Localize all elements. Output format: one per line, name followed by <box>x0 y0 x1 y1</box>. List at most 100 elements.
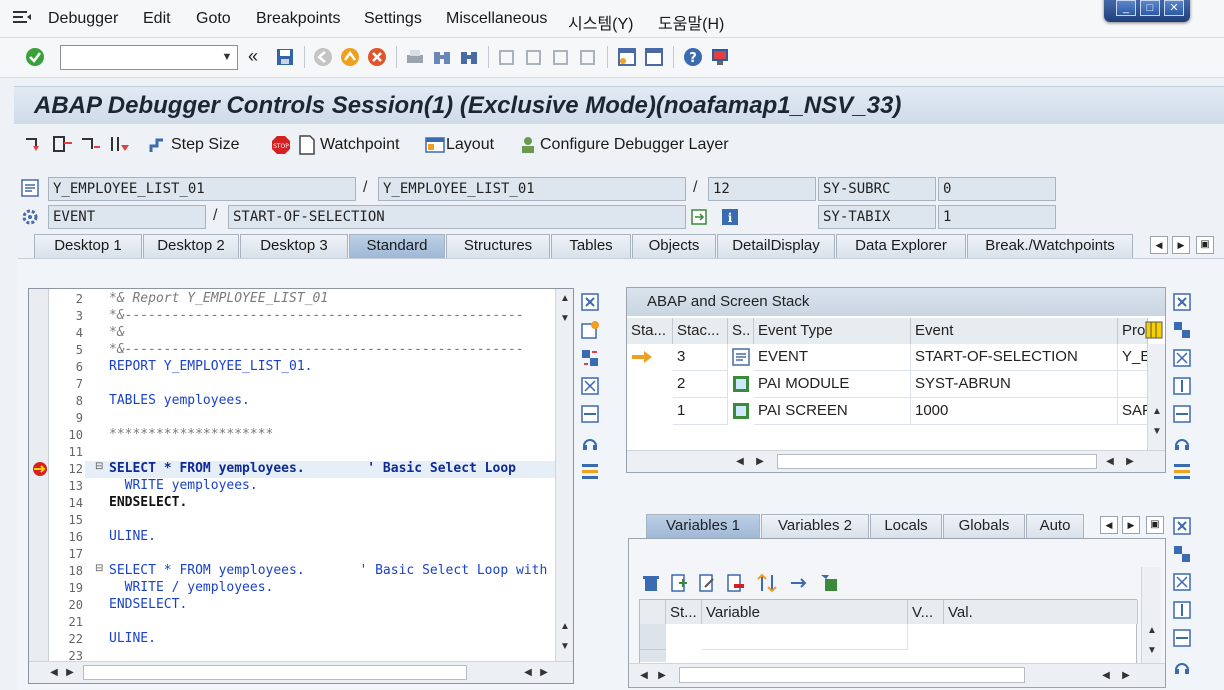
find-icon[interactable] <box>431 46 453 68</box>
back-icon[interactable] <box>312 46 334 68</box>
delete-variable-icon[interactable] <box>641 573 661 593</box>
transfer-variable-icon[interactable] <box>789 573 809 593</box>
close-tool-icon[interactable] <box>580 292 600 312</box>
column-header[interactable]: Sta... <box>627 318 673 344</box>
include-field[interactable]: Y_EMPLOYEE_LIST_01 <box>378 177 686 201</box>
event-field[interactable]: START-OF-SELECTION <box>228 205 686 229</box>
customize-layout-icon[interactable] <box>709 46 731 68</box>
scroll-up-icon[interactable]: ▲ <box>558 621 572 632</box>
sort-variables-icon[interactable] <box>757 573 777 593</box>
scroll-right-icon[interactable]: ▶ <box>655 670 669 681</box>
program-field[interactable]: Y_EMPLOYEE_LIST_01 <box>48 177 356 201</box>
vartab-scroll-left-icon[interactable]: ◀ <box>1100 516 1118 534</box>
scroll-right-icon[interactable]: ▶ <box>753 456 767 467</box>
close-tool-icon[interactable] <box>1172 292 1192 312</box>
command-dropdown-icon[interactable]: ▼ <box>218 46 236 69</box>
single-step-icon[interactable] <box>24 135 46 155</box>
cancel-icon[interactable] <box>366 46 388 68</box>
row-selector[interactable] <box>640 624 666 650</box>
variables-vertical-scrollbar[interactable]: ▲ ▼ <box>1141 567 1161 671</box>
swap-tool-icon[interactable] <box>1172 544 1192 564</box>
column-header[interactable]: Val. <box>944 600 1138 624</box>
swap-tool-icon[interactable] <box>1172 320 1192 340</box>
scrollbar-thumb[interactable] <box>679 667 1025 683</box>
services-tool-icon[interactable] <box>1172 656 1192 676</box>
sy-subrc-value[interactable]: 0 <box>938 177 1056 201</box>
scroll-up-icon[interactable]: ▲ <box>1150 406 1164 417</box>
maximize-tool-icon[interactable] <box>1172 348 1192 368</box>
stack-event-type[interactable]: PAI MODULE <box>754 371 911 398</box>
maximize-icon[interactable]: □ <box>1140 0 1160 16</box>
scroll-down-icon[interactable]: ▼ <box>558 313 572 324</box>
column-header[interactable]: Stac... <box>673 318 728 344</box>
new-variable-icon[interactable] <box>669 573 689 593</box>
step-size-button[interactable]: Step Size <box>171 136 239 154</box>
stop-icon[interactable]: STOP <box>270 135 292 155</box>
find-next-icon[interactable] <box>458 46 480 68</box>
last-page-icon[interactable] <box>577 46 599 68</box>
scroll-up-icon[interactable]: ▲ <box>558 293 572 304</box>
scrollbar-thumb[interactable] <box>777 454 1097 469</box>
scroll-left-icon[interactable]: ◀ <box>47 667 61 678</box>
help-icon[interactable]: ? <box>682 46 704 68</box>
new-session-icon[interactable] <box>616 46 638 68</box>
menu-breakpoints[interactable]: Breakpoints <box>256 10 341 28</box>
scroll-left-icon[interactable]: ◀ <box>637 670 651 681</box>
system-menu-icon[interactable] <box>12 9 32 25</box>
scroll-left-icon[interactable]: ◀ <box>1099 670 1113 681</box>
close-tool-icon[interactable] <box>1172 516 1192 536</box>
column-header[interactable]: Event Type <box>754 318 911 344</box>
services-tool-icon[interactable] <box>1172 432 1192 452</box>
tab-variables-1[interactable]: Variables 1 <box>646 514 760 538</box>
tab-standard[interactable]: Standard <box>349 234 445 258</box>
next-page-icon[interactable] <box>550 46 572 68</box>
scrollbar-thumb[interactable] <box>83 665 467 680</box>
navigate-icon[interactable] <box>690 207 710 227</box>
layout-icon[interactable] <box>424 135 446 155</box>
editor-vertical-scrollbar[interactable]: ▲ ▼ ▲ ▼ <box>555 289 573 661</box>
tab-scroll-left-icon[interactable]: ◀ <box>1150 236 1168 254</box>
column-settings-icon[interactable] <box>1145 320 1163 340</box>
vartab-scroll-right-icon[interactable]: ▶ <box>1122 516 1140 534</box>
continue-icon[interactable] <box>108 135 130 155</box>
line-number-field[interactable]: 12 <box>708 177 816 201</box>
settings-tool-icon[interactable] <box>580 460 600 480</box>
resize-tool-icon[interactable] <box>580 404 600 424</box>
scroll-left-icon[interactable]: ◀ <box>733 456 747 467</box>
history-back-icon[interactable]: « <box>248 46 270 68</box>
scroll-down-icon[interactable]: ▼ <box>1145 645 1159 656</box>
column-header[interactable]: Variable <box>702 600 908 624</box>
column-header[interactable]: Event <box>911 318 1118 344</box>
collapse-block-icon[interactable]: ⊟ <box>95 563 103 574</box>
resize-tool-icon[interactable] <box>1172 628 1192 648</box>
tab-globals[interactable]: Globals <box>943 514 1025 538</box>
tab-tables[interactable]: Tables <box>551 234 631 258</box>
close-icon[interactable]: ✕ <box>1164 0 1184 16</box>
menu-miscellaneous[interactable]: Miscellaneous <box>446 10 547 28</box>
scroll-up-icon[interactable]: ▲ <box>1145 625 1159 636</box>
sy-tabix-value[interactable]: 1 <box>938 205 1056 229</box>
menu-debugger[interactable]: Debugger <box>48 10 118 28</box>
menu-goto[interactable]: Goto <box>196 10 231 28</box>
scroll-down-icon[interactable]: ▼ <box>1150 426 1164 437</box>
stack-event-type[interactable]: EVENT <box>754 344 911 371</box>
previous-page-icon[interactable] <box>523 46 545 68</box>
tab-objects[interactable]: Objects <box>632 234 716 258</box>
shortcut-icon[interactable] <box>643 46 665 68</box>
vartab-list-icon[interactable]: ▣ <box>1146 516 1164 534</box>
menu-system[interactable]: 시스템(Y) <box>568 10 634 34</box>
variable-input-cell[interactable] <box>702 624 908 650</box>
column-header[interactable]: St... <box>666 600 702 624</box>
tab-desktop-1[interactable]: Desktop 1 <box>34 234 142 258</box>
editor-horizontal-scrollbar[interactable]: ◀ ▶ ◀ ▶ <box>29 661 573 683</box>
stack-horizontal-scrollbar[interactable]: ◀ ▶ ◀ ▶ <box>627 450 1165 472</box>
command-field[interactable] <box>60 45 238 70</box>
execute-step-icon[interactable] <box>52 135 74 155</box>
resize-tool-icon[interactable] <box>1172 404 1192 424</box>
scroll-right-icon[interactable]: ▶ <box>63 667 77 678</box>
configure-debugger-layer-button[interactable]: Configure Debugger Layer <box>540 136 729 154</box>
remove-variable-icon[interactable] <box>725 573 745 593</box>
event-type-field[interactable]: EVENT <box>48 205 206 229</box>
source-code-editor[interactable]: 2 3 4 5 6 7 8 9 10 11 12 13 14 15 16 17 … <box>28 288 574 684</box>
stack-event[interactable]: START-OF-SELECTION <box>911 344 1118 371</box>
